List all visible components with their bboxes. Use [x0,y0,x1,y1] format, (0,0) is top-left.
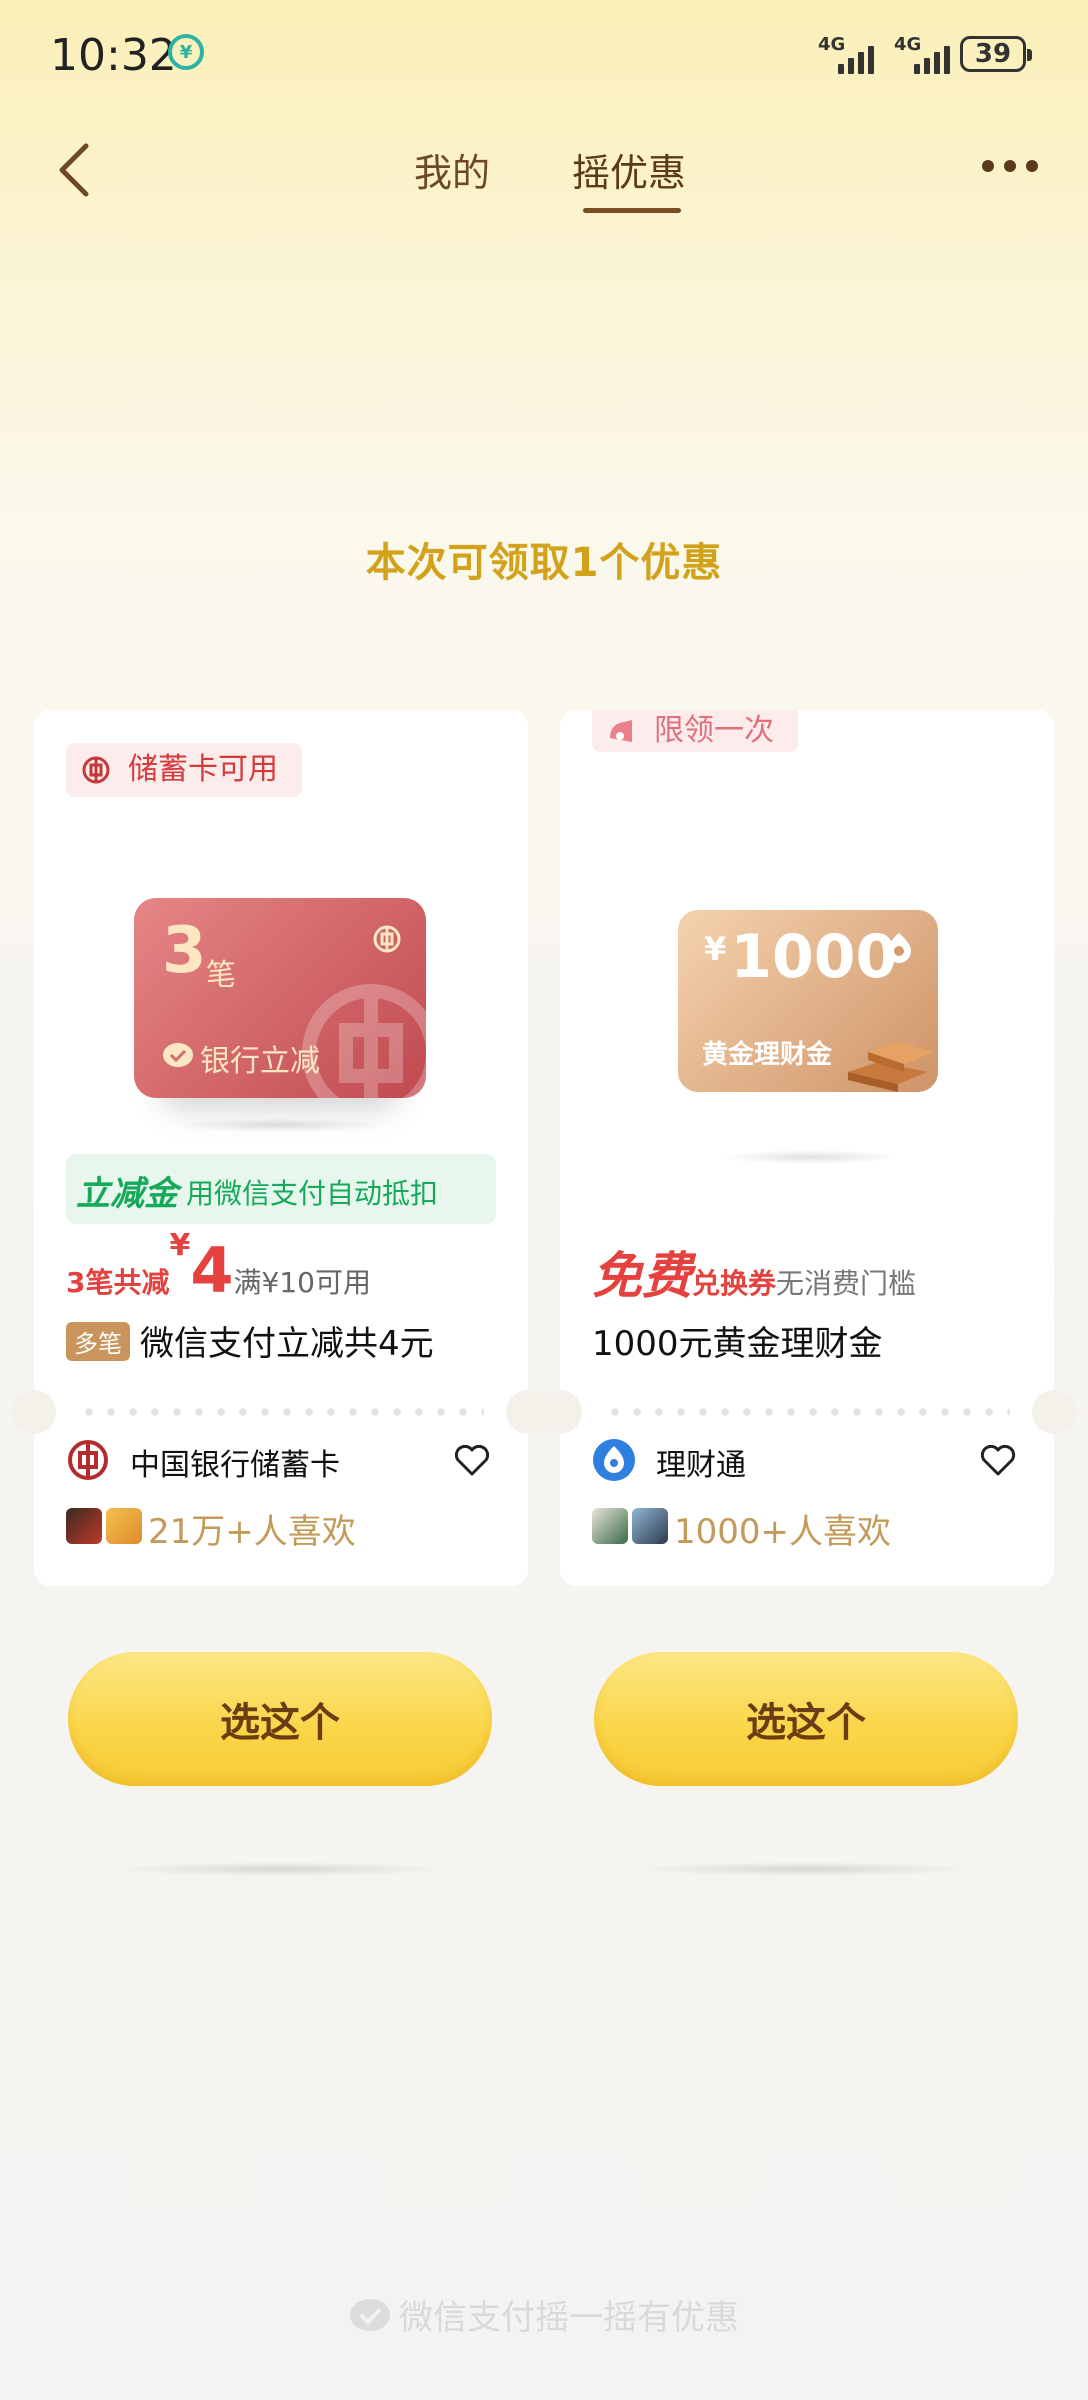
wechat-pay-status-icon: ¥ [168,34,204,70]
licaitong-logo-icon [593,1439,635,1481]
speaker-icon [610,720,632,742]
tab-mine[interactable]: 我的 [414,142,490,197]
user-avatar [106,1508,142,1544]
user-avatar [592,1508,628,1544]
signal-icon-2: 4G [894,34,956,74]
bank-of-china-logo-icon [68,1440,108,1480]
limit-once-tag: 限领一次 [592,710,798,752]
status-bar: 10:32 ¥ 4G 4G 39 [0,0,1088,110]
battery-indicator: 39 [960,36,1032,72]
ticket-perforation [12,1390,550,1434]
favorite-heart-icon[interactable] [978,1440,1018,1480]
footer-brand: 微信支付摇一摇有优惠 [0,2290,1088,2339]
user-avatar [66,1508,102,1544]
gold-finance-card-image: ¥1000 黄金理财金 [678,910,938,1092]
tab-shake-discount[interactable]: 摇优惠 [572,142,686,197]
bank-of-china-icon [82,756,110,784]
back-arrow-icon[interactable] [56,140,96,200]
user-avatar [632,1508,668,1544]
offer-title: 多笔 微信支付立减共4元 [66,1316,434,1365]
wechat-pay-icon [350,2298,390,2331]
active-tab-indicator [583,208,681,213]
offer-card-gold-finance[interactable]: 限领一次 ¥1000 黄金理财金 免费兑换券无消费门槛 1000元黄金理财金 理… [538,710,1076,1586]
free-voucher-row: 免费兑换券无消费门槛 [592,1247,917,1305]
choose-this-button-right[interactable]: 选这个 [594,1652,1018,1786]
favorite-heart-icon[interactable] [452,1440,492,1480]
multi-use-badge: 多笔 [66,1322,130,1361]
status-time: 10:32 [50,30,177,81]
offer-title: 1000元黄金理财金 [592,1324,883,1364]
discount-price-row: 3笔共减¥4满¥10可用 [66,1228,371,1307]
gold-bars-icon [848,1042,934,1092]
bank-logo-icon [373,925,401,953]
choose-this-button-left[interactable]: 选这个 [68,1652,492,1786]
bank-discount-card-image: 3 笔 银行立减 [134,898,426,1098]
offer-card-bank-discount[interactable]: 储蓄卡可用 3 笔 银行立减 立减金 用微信支付自动抵扣 3笔共减¥4满¥10可… [12,710,550,1586]
ticket-perforation [538,1390,1076,1434]
wechat-pay-icon [163,1043,193,1067]
signal-icon: 4G [818,34,880,74]
licaitong-small-icon [887,933,911,963]
debit-card-tag: 储蓄卡可用 [66,743,302,797]
offer-count-headline: 本次可领取1个优惠 [365,540,723,586]
instant-discount-banner: 立减金 用微信支付自动抵扣 [66,1154,496,1224]
more-options-icon[interactable] [982,160,1038,172]
